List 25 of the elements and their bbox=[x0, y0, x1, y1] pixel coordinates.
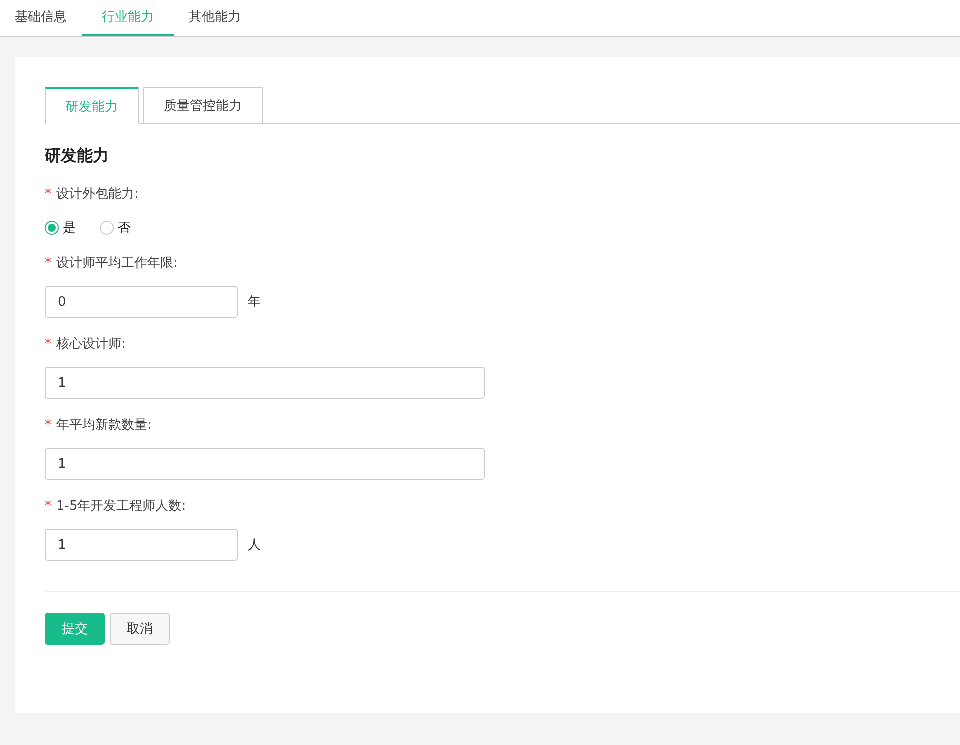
input-field[interactable]: 0 bbox=[45, 286, 238, 318]
field-label: 核心设计师: bbox=[56, 336, 126, 354]
unit-label: 年 bbox=[248, 294, 261, 311]
field-label: 年平均新款数量: bbox=[56, 417, 152, 435]
unit-label: 人 bbox=[248, 537, 261, 554]
nav-tab[interactable]: 基础信息 bbox=[0, 0, 82, 36]
field-label: 1-5年开发工程师人数: bbox=[56, 498, 186, 516]
radio-label[interactable]: 否 bbox=[118, 219, 131, 237]
input-field[interactable]: 1 bbox=[45, 529, 238, 561]
radio-label[interactable]: 是 bbox=[63, 219, 76, 237]
cancel-button[interactable]: 取消 bbox=[110, 613, 170, 645]
required-mark: * bbox=[45, 336, 52, 354]
input-field[interactable]: 1 bbox=[45, 367, 485, 399]
radio-button[interactable] bbox=[100, 221, 114, 235]
required-mark: * bbox=[45, 186, 52, 204]
section-tab[interactable]: 质量管控能力 bbox=[143, 87, 263, 123]
required-mark: * bbox=[45, 417, 52, 435]
section-title: 研发能力 bbox=[45, 145, 110, 167]
field-label: 设计师平均工作年限: bbox=[56, 255, 178, 273]
required-mark: * bbox=[45, 498, 52, 516]
input-field[interactable]: 1 bbox=[45, 448, 485, 480]
nav-tab[interactable]: 其他能力 bbox=[174, 0, 256, 36]
radio-button[interactable] bbox=[45, 221, 59, 235]
required-mark: * bbox=[45, 255, 52, 273]
field-label: 设计外包能力: bbox=[56, 186, 139, 204]
